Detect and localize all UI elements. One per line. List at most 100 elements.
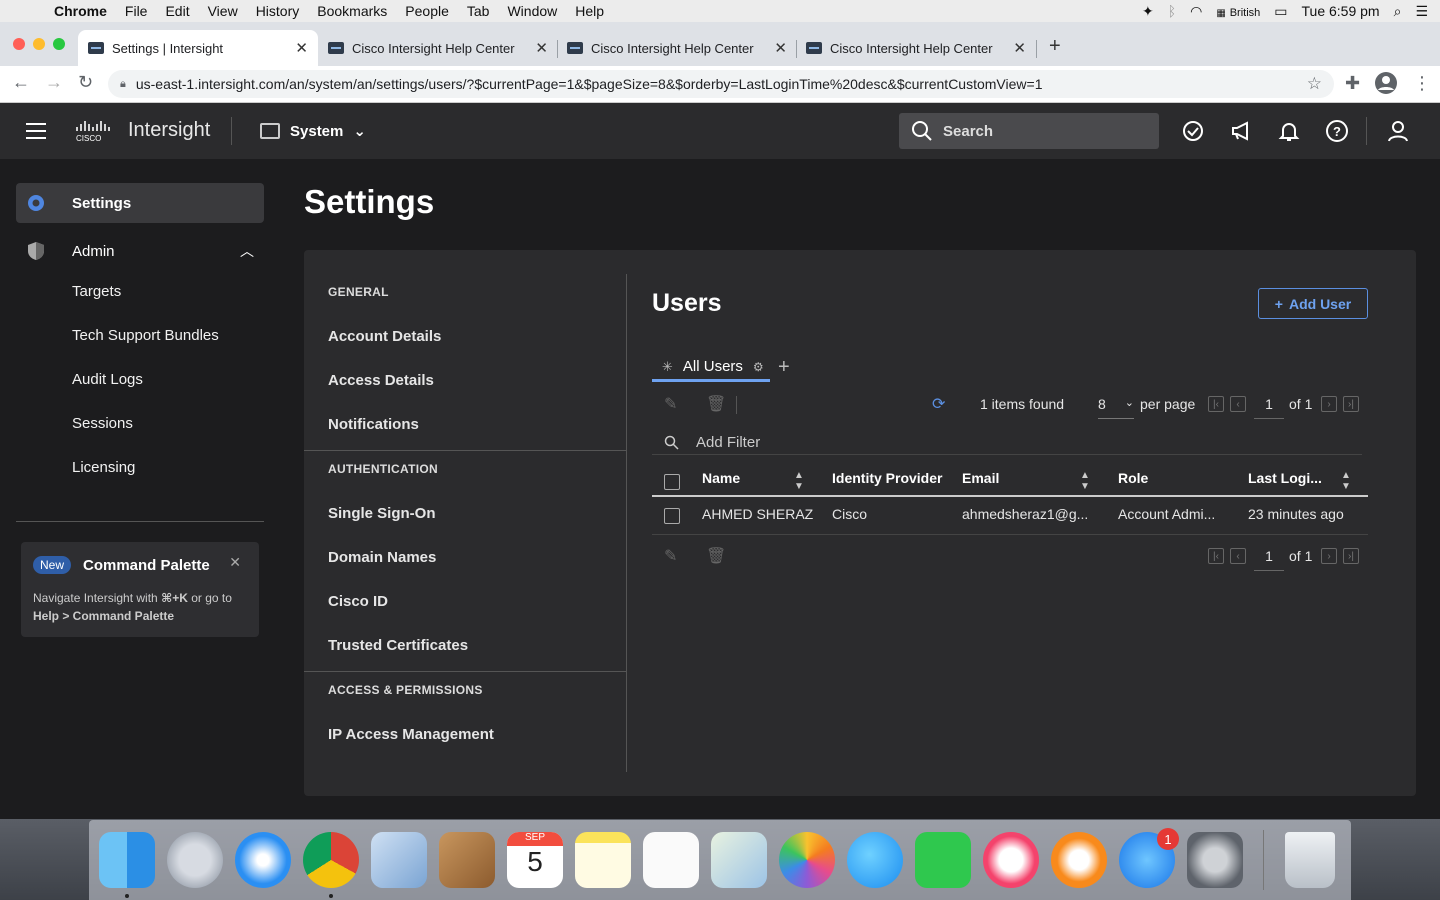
facetime-icon[interactable] [915, 832, 971, 888]
extensions-icon[interactable]: ✚ [1345, 73, 1360, 94]
wifi-icon[interactable]: ◠ [1190, 3, 1202, 20]
view-settings-gear-icon[interactable]: ⚙ [753, 360, 764, 374]
photos-icon[interactable] [779, 832, 835, 888]
sort-icon[interactable]: ▲ ▼ [794, 470, 804, 492]
bluetooth-icon[interactable]: ᛒ [1168, 3, 1176, 19]
sidebar-item-licensing[interactable]: Licensing [72, 459, 135, 476]
edit-pencil-icon[interactable]: ✎ [664, 394, 677, 414]
column-header-email[interactable]: Email [962, 470, 999, 486]
user-profile-icon[interactable] [1386, 119, 1410, 143]
books-icon[interactable] [1051, 832, 1107, 888]
help-path-link[interactable]: Help > Command Palette [33, 609, 174, 623]
menu-account-details[interactable]: Account Details [328, 328, 441, 345]
add-view-plus-icon[interactable]: + [778, 356, 790, 379]
delete-trash-icon[interactable]: 🗑︎ [706, 546, 726, 566]
address-bar[interactable]: 🔒︎ us-east-1.intersight.com/an/system/an… [108, 70, 1334, 98]
battery-icon[interactable]: ▭ [1274, 3, 1287, 20]
browser-tab-help-1[interactable]: Cisco Intersight Help Center ✕ [318, 30, 558, 66]
chevron-up-icon[interactable]: ︿ [240, 241, 254, 261]
column-header-identity-provider[interactable]: Identity Provider [832, 470, 942, 486]
notifications-bell-icon[interactable] [1277, 119, 1301, 143]
first-page-icon[interactable]: |‹ [1208, 396, 1224, 412]
menu-help[interactable]: Help [575, 3, 604, 19]
launchpad-icon[interactable] [167, 832, 223, 888]
browser-tab-help-2[interactable]: Cisco Intersight Help Center ✕ [557, 30, 797, 66]
last-page-icon[interactable]: ›| [1343, 396, 1359, 412]
menu-ip-access-management[interactable]: IP Access Management [328, 726, 494, 743]
menu-window[interactable]: Window [507, 3, 557, 19]
status-app-icon[interactable]: ✦ [1142, 3, 1154, 20]
menu-tab[interactable]: Tab [467, 3, 490, 19]
close-icon[interactable]: ✕ [229, 554, 241, 571]
scope-selector[interactable]: System ⌄ [260, 122, 366, 140]
add-user-button[interactable]: + Add User [1258, 288, 1368, 319]
chrome-menu-icon[interactable]: ⋮ [1413, 73, 1431, 94]
app-brand[interactable]: Intersight [128, 119, 210, 142]
help-question-icon[interactable]: ? [1325, 119, 1349, 143]
menu-cisco-id[interactable]: Cisco ID [328, 593, 388, 610]
browser-tab-help-3[interactable]: Cisco Intersight Help Center ✕ [796, 30, 1036, 66]
next-page-icon[interactable]: › [1321, 548, 1337, 564]
system-preferences-icon[interactable] [1187, 832, 1243, 888]
add-filter-field[interactable]: Add Filter [664, 434, 760, 451]
menu-edit[interactable]: Edit [165, 3, 189, 19]
global-search[interactable]: Search [899, 113, 1159, 149]
menu-view[interactable]: View [208, 3, 238, 19]
sort-icon[interactable]: ▲ ▼ [1341, 470, 1351, 492]
calendar-icon[interactable]: SEP 5 [507, 832, 563, 888]
page-size-select[interactable]: 8 ⌄ [1098, 396, 1134, 419]
finder-icon[interactable] [99, 832, 155, 888]
menu-bookmarks[interactable]: Bookmarks [317, 3, 387, 19]
zoom-window-button[interactable] [53, 38, 65, 50]
menu-notifications[interactable]: Notifications [328, 416, 419, 433]
column-header-last-login[interactable]: Last Logi... [1248, 470, 1322, 486]
sidebar-item-settings[interactable]: Settings [16, 183, 264, 223]
messages-icon[interactable] [847, 832, 903, 888]
sidebar-item-audit-logs[interactable]: Audit Logs [72, 371, 143, 388]
back-arrow-icon[interactable]: ← [12, 72, 30, 93]
input-source-menu[interactable]: ▦ British [1216, 3, 1260, 19]
reminders-icon[interactable] [643, 832, 699, 888]
new-tab-button[interactable]: + [1049, 35, 1061, 58]
chrome-icon[interactable] [303, 832, 359, 888]
menu-single-sign-on[interactable]: Single Sign-On [328, 505, 436, 522]
page-number-input[interactable]: 1 [1254, 396, 1284, 419]
sidebar-item-targets[interactable]: Targets [72, 283, 121, 300]
profile-avatar-icon[interactable] [1374, 71, 1398, 100]
reload-icon[interactable]: ↻ [78, 72, 93, 93]
maps-icon[interactable] [711, 832, 767, 888]
first-page-icon[interactable]: |‹ [1208, 548, 1224, 564]
close-tab-icon[interactable]: ✕ [535, 39, 548, 57]
prev-page-icon[interactable]: ‹ [1230, 396, 1246, 412]
menu-chrome[interactable]: Chrome [54, 3, 107, 19]
lock-icon[interactable]: 🔒︎ [120, 78, 126, 91]
select-all-checkbox[interactable] [664, 474, 680, 490]
bookmark-star-icon[interactable]: ☆ [1307, 74, 1322, 94]
column-header-role[interactable]: Role [1118, 470, 1148, 486]
browser-tab-settings[interactable]: Settings | Intersight ✕ [78, 30, 318, 66]
prev-page-icon[interactable]: ‹ [1230, 548, 1246, 564]
spotlight-icon[interactable]: ⌕ [1394, 3, 1402, 20]
sidebar-item-tech-support-bundles[interactable]: Tech Support Bundles [72, 327, 219, 344]
menu-people[interactable]: People [405, 3, 449, 19]
menu-access-details[interactable]: Access Details [328, 372, 434, 389]
forward-arrow-icon[interactable]: → [45, 72, 63, 93]
close-window-button[interactable] [13, 38, 25, 50]
tasks-check-icon[interactable] [1181, 119, 1205, 143]
safari-icon[interactable] [235, 832, 291, 888]
delete-trash-icon[interactable]: 🗑︎ [706, 394, 726, 414]
close-tab-icon[interactable]: ✕ [1013, 39, 1026, 57]
contacts-icon[interactable] [439, 832, 495, 888]
tab-all-users[interactable]: ✳ All Users ⚙ [652, 354, 770, 382]
mail-icon[interactable] [371, 832, 427, 888]
announcements-megaphone-icon[interactable] [1229, 119, 1253, 143]
next-page-icon[interactable]: › [1321, 396, 1337, 412]
notification-center-icon[interactable]: ☰ [1415, 3, 1428, 20]
menu-trusted-certificates[interactable]: Trusted Certificates [328, 637, 468, 654]
clock[interactable]: Tue 6:59 pm [1302, 3, 1380, 19]
trash-icon[interactable] [1285, 832, 1335, 888]
edit-pencil-icon[interactable]: ✎ [664, 546, 677, 566]
page-number-input[interactable]: 1 [1254, 548, 1284, 571]
notes-icon[interactable] [575, 832, 631, 888]
export-refresh-icon[interactable]: ⟳ [932, 394, 945, 414]
